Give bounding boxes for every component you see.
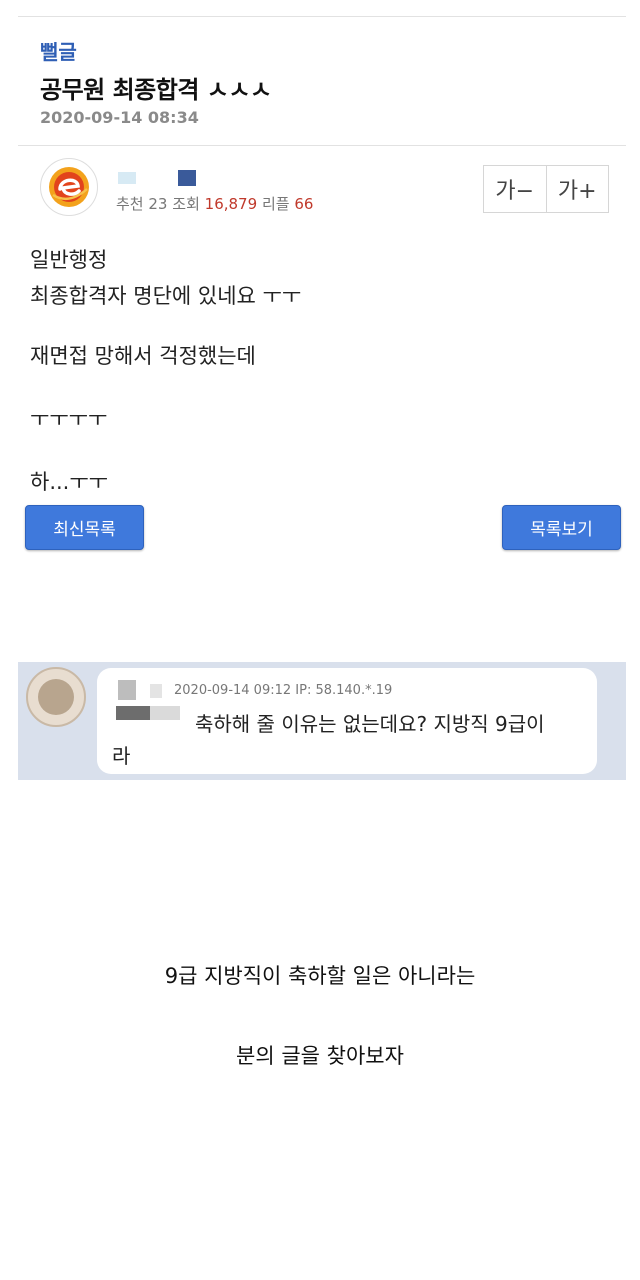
views-count: 16,879 (204, 195, 258, 213)
post-date: 2020-09-14 08:34 (40, 108, 199, 127)
post-body-line: 재면접 망해서 걱정했는데 (30, 344, 256, 368)
post-category[interactable]: 뻘글 (40, 36, 77, 65)
views-label: 조회 (172, 195, 200, 213)
post-body-line: 최종합격자 명단에 있네요 ㅜㅜ (30, 284, 302, 308)
commenter-avatar[interactable] (26, 667, 86, 727)
author-avatar[interactable] (40, 158, 98, 216)
latest-list-button[interactable]: 최신목록 (25, 505, 144, 550)
font-size-controls: 가− 가+ (483, 165, 609, 213)
top-divider (18, 16, 626, 17)
recommend-count: 23 (148, 195, 168, 213)
font-smaller-button[interactable]: 가− (484, 166, 546, 212)
post-body-line: 일반행정 (30, 248, 108, 272)
comment-meta: 2020-09-14 09:12 IP: 58.140.*.19 (174, 683, 393, 698)
commenter-name-redacted (150, 684, 162, 698)
post-body-line: 하...ㅜㅜ (30, 470, 108, 494)
post-stats: 추천 23 조회 16,879 리플 66 (116, 193, 313, 214)
comment-text-redacted (116, 706, 150, 720)
recommend-label: 추천 (116, 195, 144, 213)
post-title: 공무원 최종합격 ㅅㅅㅅ (40, 76, 272, 104)
caption-line: 9급 지방직이 축하할 일은 아니라는 (164, 964, 476, 988)
view-list-button[interactable]: 목록보기 (502, 505, 621, 550)
replies-label: 리플 (261, 195, 290, 213)
caption-line: 분의 글을 찾아보자 (236, 1044, 404, 1068)
site-logo-icon (49, 167, 89, 207)
comment-text-continued: 라 (112, 744, 131, 768)
comment-text: 축하해 줄 이유는 없는데요? 지방직 9급이 (195, 712, 545, 736)
header-divider (18, 145, 626, 146)
post-body-line: ㅜㅜㅜㅜ (30, 407, 108, 431)
replies-count: 66 (294, 195, 314, 213)
comment-text-redacted (150, 706, 180, 720)
font-larger-button[interactable]: 가+ (545, 166, 609, 212)
author-name-redacted (118, 170, 198, 186)
commenter-name-redacted (118, 680, 136, 700)
